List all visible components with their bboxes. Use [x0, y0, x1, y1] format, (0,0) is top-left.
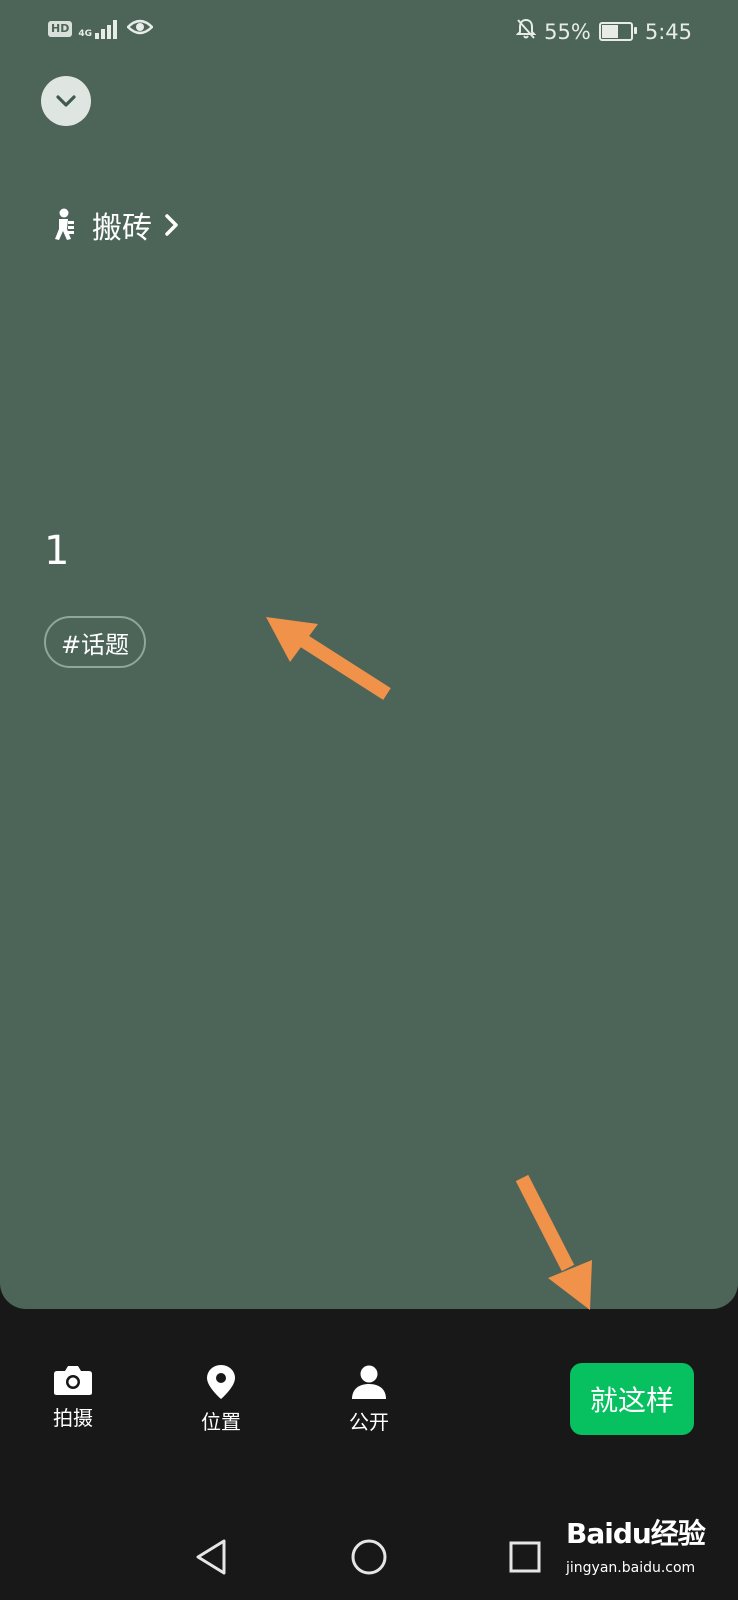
- baidu-watermark: Baidu经验 jingyan.baidu.com: [566, 1510, 726, 1590]
- visibility-label: 公开: [349, 1410, 389, 1434]
- done-button[interactable]: 就这样: [570, 1363, 694, 1435]
- signal-icon: 4G: [78, 19, 121, 39]
- post-text[interactable]: 1: [44, 528, 69, 574]
- topic-chip[interactable]: #话题: [44, 616, 146, 668]
- visibility-button[interactable]: 公开: [324, 1364, 414, 1435]
- camera-icon: [54, 1366, 92, 1395]
- location-pin-icon: [207, 1365, 235, 1399]
- worker-icon: [55, 208, 74, 240]
- battery-icon: [598, 22, 637, 41]
- home-nav-icon[interactable]: [350, 1538, 388, 1576]
- hd-icon: HD: [48, 21, 73, 37]
- watermark-url: jingyan.baidu.com: [566, 1560, 696, 1576]
- battery-percent: 55%: [544, 19, 591, 44]
- category-label: 搬砖: [92, 211, 152, 246]
- location-button[interactable]: 位置: [176, 1364, 266, 1435]
- collapse-button[interactable]: [41, 76, 91, 126]
- chevron-right-icon: [165, 214, 178, 236]
- status-bar: HD 4G 55% 5:45: [0, 0, 738, 64]
- location-label: 位置: [201, 1410, 241, 1434]
- eye-icon: [126, 18, 154, 40]
- watermark-title: Baidu经验: [566, 1517, 706, 1550]
- person-icon: [352, 1365, 386, 1399]
- category-selector[interactable]: 搬砖: [50, 203, 180, 247]
- status-time: 5:45: [644, 19, 692, 44]
- battery-level-fill: [601, 25, 619, 38]
- bell-muted-icon: [515, 18, 537, 45]
- camera-label: 拍摄: [53, 1406, 93, 1430]
- recents-nav-icon[interactable]: [508, 1540, 542, 1574]
- camera-button[interactable]: 拍摄: [28, 1364, 118, 1431]
- chevron-down-icon: [56, 95, 76, 107]
- back-nav-icon[interactable]: [194, 1538, 228, 1576]
